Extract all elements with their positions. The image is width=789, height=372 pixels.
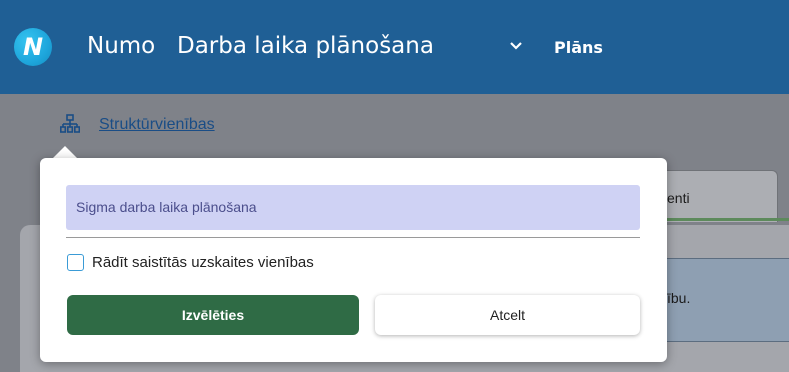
background-tab-label: enti xyxy=(667,190,690,206)
selected-unit-item[interactable]: Sigma darba laika plānošana xyxy=(66,185,640,230)
module-title[interactable]: Darba laika plānošana xyxy=(177,33,434,59)
background-info-text: ību. xyxy=(667,290,691,306)
tab-underline xyxy=(660,218,789,221)
related-units-label[interactable]: Rādīt saistītās uzskaites vienības xyxy=(92,254,314,271)
chevron-down-icon[interactable] xyxy=(509,39,523,53)
breadcrumb-link[interactable]: Struktūrvienības xyxy=(99,116,215,134)
org-structure-icon xyxy=(60,114,80,133)
nav-plans[interactable]: Plāns xyxy=(554,38,603,57)
cancel-button[interactable]: Atcelt xyxy=(375,295,640,335)
divider xyxy=(66,237,640,238)
app-logo[interactable]: N xyxy=(14,28,52,66)
logo-letter: N xyxy=(22,33,44,61)
related-units-checkbox[interactable] xyxy=(67,254,84,271)
brand-name[interactable]: Numo xyxy=(87,33,155,59)
select-button[interactable]: Izvēlēties xyxy=(67,295,359,335)
